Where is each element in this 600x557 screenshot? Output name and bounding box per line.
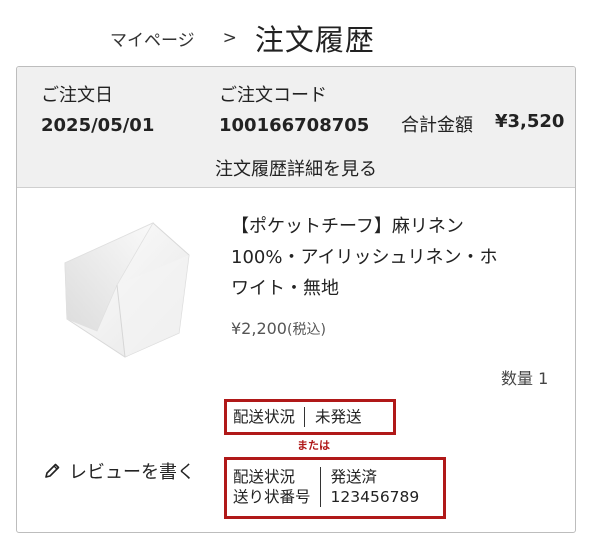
shipping-status-label: 配送状況	[233, 408, 296, 426]
tracking-number-label: 送り状番号	[233, 488, 311, 506]
product-title-line-3: ワイト・無地	[231, 278, 339, 299]
shipping-status-unshipped: 配送状況 未発送	[233, 407, 362, 427]
page-title: 注文履歴	[254, 23, 375, 57]
write-review-link[interactable]: レビューを書く	[43, 458, 195, 484]
order-detail-link[interactable]: 注文履歴詳細を見る	[17, 155, 575, 181]
tracking-number-value: 123456789	[330, 488, 420, 506]
pocket-square-image	[64, 222, 190, 358]
order-code-label: ご注文コード	[219, 85, 327, 106]
shipping-status-label-2: 配送状況	[233, 468, 296, 486]
or-separator: または	[297, 439, 330, 452]
tax-note: (税込)	[286, 322, 326, 338]
order-date-value: 2025/05/01	[41, 115, 155, 136]
product-title[interactable]: 【ポケットチーフ】麻リネン 100%・アイリッシュリネン・ホ ワイト・無地	[231, 211, 551, 304]
order-code-value: 100166708705	[219, 115, 370, 136]
breadcrumb-mypage-link[interactable]: マイページ	[110, 26, 195, 51]
order-card: ご注文日 2025/05/01 ご注文コード 100166708705 合計金額…	[16, 66, 576, 533]
order-total-value: ¥3,520	[495, 111, 565, 132]
product-title-line-1: 【ポケットチーフ】麻リネン	[231, 216, 464, 237]
order-date-label: ご注文日	[41, 85, 113, 106]
write-review-label: レビューを書く	[69, 462, 195, 483]
product-price: ¥2,200(税込)	[231, 319, 326, 339]
breadcrumb: マイページ > 注文履歴	[110, 18, 375, 58]
shipping-status-value: 未発送	[315, 408, 362, 426]
breadcrumb-separator: >	[222, 28, 237, 48]
order-total-label: 合計金額	[401, 115, 473, 136]
order-summary-header: ご注文日 2025/05/01 ご注文コード 100166708705 合計金額…	[17, 67, 575, 188]
shipping-status-shipped: 配送状況 送り状番号 発送済 123456789	[233, 467, 419, 507]
product-title-line-2: 100%・アイリッシュリネン・ホ	[231, 247, 498, 268]
price-value: ¥2,200	[231, 319, 287, 338]
shipping-status-shipped-value: 発送済	[330, 468, 378, 486]
pencil-icon	[45, 463, 60, 478]
product-quantity: 数量 1	[501, 369, 549, 388]
